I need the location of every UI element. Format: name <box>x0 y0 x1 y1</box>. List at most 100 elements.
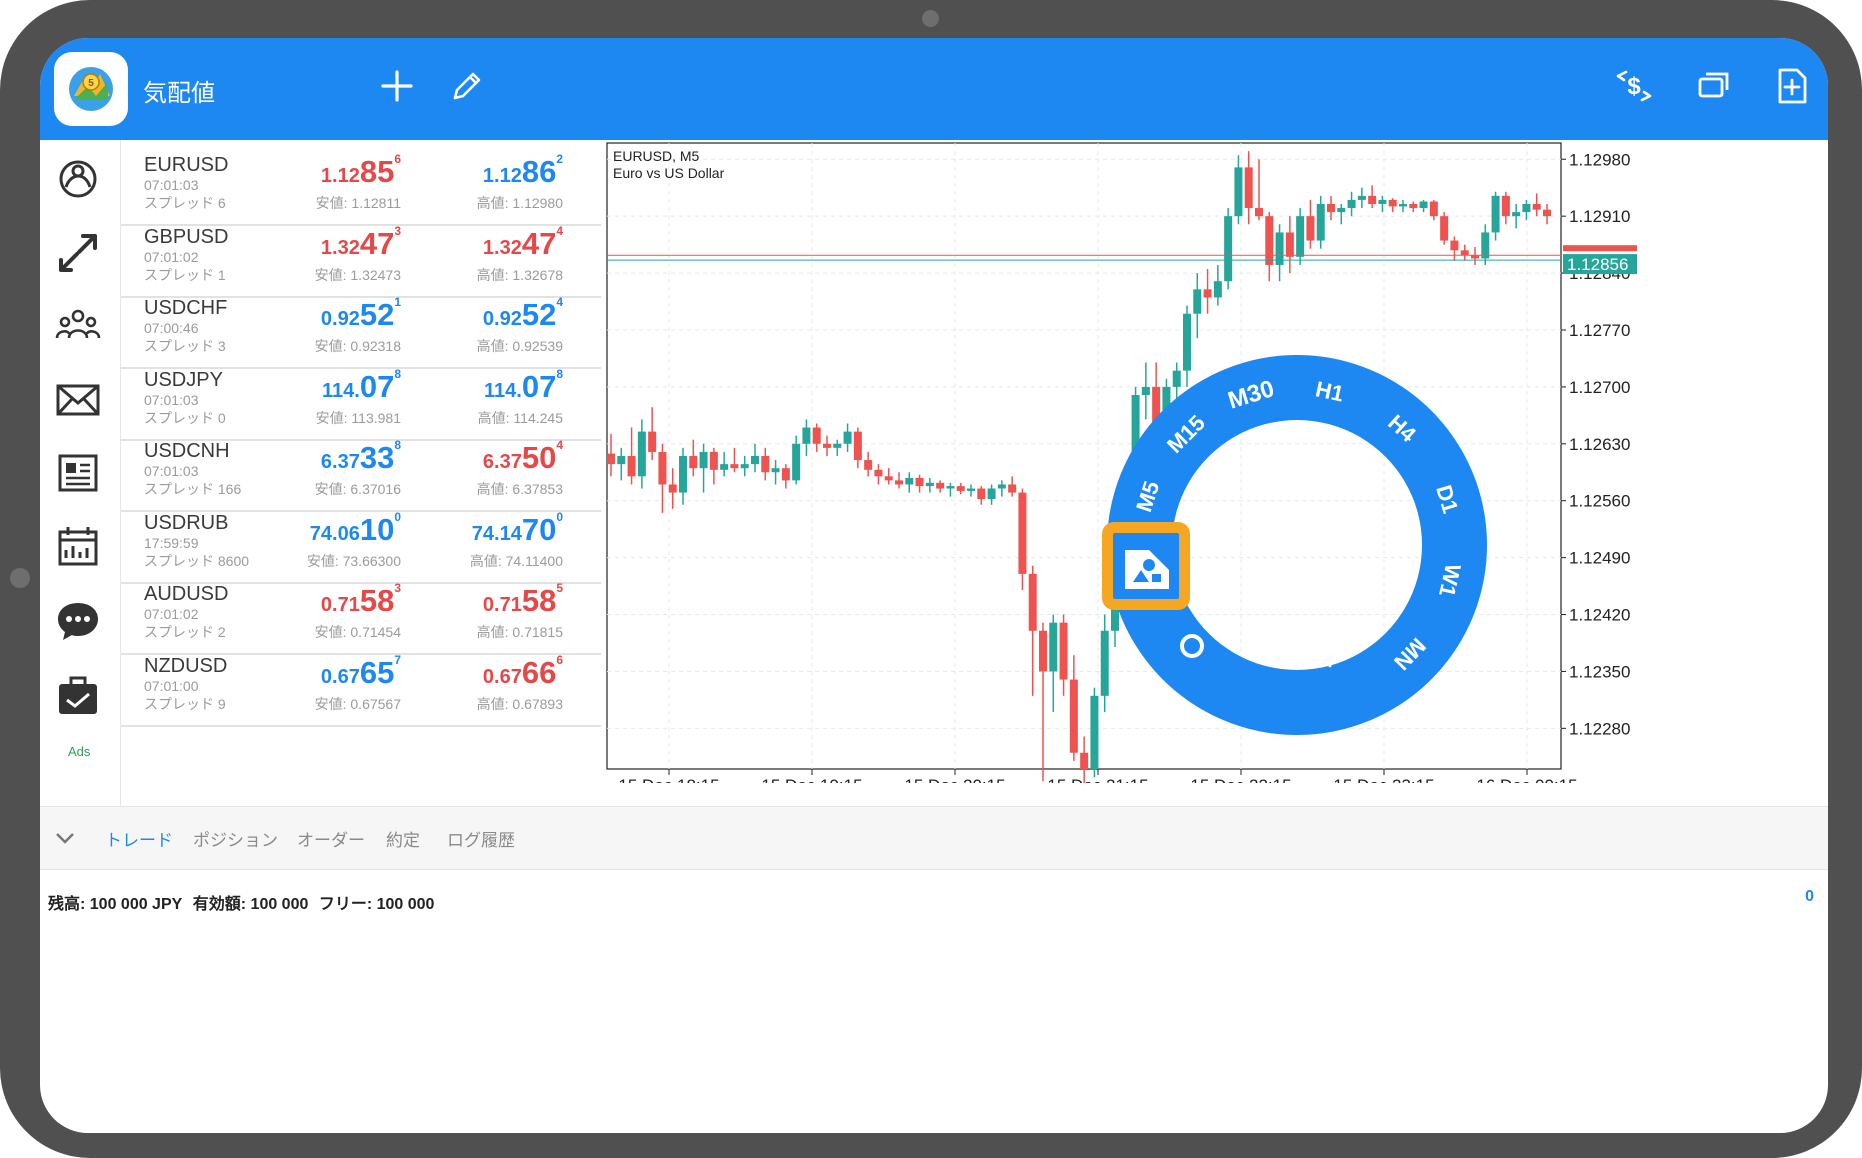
briefcase-icon[interactable] <box>51 668 105 722</box>
candle-body <box>977 488 986 500</box>
equity-value: 有効額: 100 000 <box>192 896 309 913</box>
candle-body <box>709 451 718 470</box>
ask-price[interactable]: 0.92524 <box>343 295 563 333</box>
ask-price[interactable]: 0.67666 <box>343 653 563 691</box>
candle-body <box>1337 208 1346 213</box>
calendar-icon[interactable] <box>51 520 105 574</box>
price-pips: 47 <box>521 225 557 261</box>
y-tick-label: 1.12350 <box>1569 662 1630 681</box>
trade-arrows-icon[interactable] <box>51 226 105 280</box>
candle-body <box>720 464 729 470</box>
candle-body <box>1213 281 1222 298</box>
edit-pencil-icon[interactable] <box>445 64 489 108</box>
price-pips: 58 <box>521 583 557 618</box>
ask-price[interactable]: 1.32474 <box>343 224 563 262</box>
quotes-icon[interactable] <box>51 152 105 206</box>
candle-body <box>1244 167 1253 209</box>
candle-body <box>668 484 677 493</box>
windows-icon[interactable] <box>1692 64 1736 108</box>
candle-body <box>936 482 945 489</box>
tab-deals[interactable]: 約定 <box>386 826 420 851</box>
tab-trade[interactable]: トレード <box>105 826 173 851</box>
candle-body <box>1419 201 1428 209</box>
tab-log-history[interactable]: ログ履歴 <box>447 826 515 851</box>
candle-body <box>1450 240 1459 251</box>
candle-body <box>761 456 770 473</box>
ask-price[interactable]: 114.078 <box>343 367 563 405</box>
y-tick-label: 1.12490 <box>1569 549 1630 568</box>
candle-body <box>1059 622 1068 680</box>
candle-body <box>915 477 924 487</box>
candle-body <box>1224 216 1233 282</box>
candle-body <box>1285 232 1294 257</box>
y-tick-label: 1.12700 <box>1569 378 1630 397</box>
candle-body <box>812 427 821 444</box>
candle-body <box>1327 203 1335 213</box>
candle-body <box>1501 195 1510 217</box>
chevron-down-icon[interactable] <box>50 823 80 853</box>
chart-canvas[interactable]: 1.129801.129101.128401.127701.127001.126… <box>601 141 1828 783</box>
candle-body <box>987 488 996 500</box>
add-icon[interactable] <box>375 64 419 108</box>
price-fraction: 2 <box>556 152 563 166</box>
candle-body <box>689 456 698 469</box>
candle-body <box>1347 199 1356 209</box>
price-prefix: 74.14 <box>471 522 522 545</box>
candle-body <box>1049 622 1058 672</box>
news-icon[interactable] <box>51 446 105 500</box>
price-chart[interactable]: 1.129801.129101.128401.127701.127001.126… <box>601 141 1828 783</box>
current-price-label: 1.12856 <box>1567 255 1628 274</box>
candle-body <box>1203 289 1212 298</box>
candle-body <box>740 464 749 469</box>
high-price: 高値: 0.92539 <box>476 338 563 354</box>
ask-price[interactable]: 6.37504 <box>343 438 563 476</box>
ask-price[interactable]: 1.12862 <box>343 152 563 190</box>
candle-body <box>1111 606 1119 631</box>
candle-body <box>843 431 852 444</box>
price-prefix: 0.92 <box>482 308 522 330</box>
ask-price[interactable]: 0.71585 <box>343 581 563 619</box>
candle-body <box>1388 199 1397 207</box>
candle-body <box>1039 630 1047 672</box>
chart-description-label: Euro vs US Dollar <box>613 165 725 181</box>
candle-body <box>1368 195 1377 204</box>
candle-body <box>895 480 903 485</box>
chat-icon[interactable] <box>51 594 105 648</box>
quote-row[interactable]: NZDUSD 07:01:00 スプレッド 9 0.67657 0.67666 安値: 0… <box>121 641 637 727</box>
ads-label: Ads <box>68 744 91 759</box>
new-document-icon[interactable] <box>1770 64 1814 108</box>
candle-body <box>1409 203 1418 209</box>
candle-body <box>617 456 626 465</box>
indicators-f-icon[interactable]: ƒ <box>1325 633 1342 670</box>
mail-icon[interactable] <box>51 373 105 427</box>
tab-positions[interactable]: ポジション <box>193 826 278 851</box>
candle-body <box>967 488 975 491</box>
candle-body <box>627 456 636 477</box>
candle-body <box>679 456 687 493</box>
y-tick-label: 1.12630 <box>1569 435 1630 454</box>
chart-symbol-label: EURUSD, M5 <box>613 148 700 164</box>
high-price: 高値: 0.71815 <box>476 624 563 640</box>
price-fraction: 0 <box>556 509 563 524</box>
price-pips: 50 <box>521 440 557 475</box>
bottom-tab-bar: トレード ポジション オーダー 約定 ログ履歴 <box>40 806 1828 870</box>
candle-body <box>1512 212 1521 217</box>
candle-body <box>1193 289 1202 314</box>
x-tick-label: 16 Dec 00:15 <box>1476 776 1577 783</box>
candle-body <box>648 431 657 452</box>
quotes-list: EURUSD 07:01:03 スプレッド 6 1.12856 1.12862 安値: 1… <box>120 140 637 806</box>
currency-exchange-icon[interactable]: $ <box>1612 64 1656 108</box>
ask-price-tag <box>1563 245 1637 252</box>
ask-price[interactable]: 74.14700 <box>343 509 563 548</box>
x-tick-label: 15 Dec 18:15 <box>618 776 719 783</box>
tab-orders[interactable]: オーダー <box>297 826 365 851</box>
candle-body <box>1100 630 1109 696</box>
price-fraction: 4 <box>556 438 563 452</box>
high-price: 高値: 74.11400 <box>469 552 563 569</box>
community-icon[interactable] <box>51 298 105 352</box>
candle-body <box>833 443 842 448</box>
candle-body <box>1080 752 1089 769</box>
candle-body <box>1296 216 1305 257</box>
account-summary: 残高: 100 000 JPY 有効額: 100 000 フリー: 100 00… <box>48 890 440 914</box>
price-prefix: 1.12 <box>482 165 522 187</box>
